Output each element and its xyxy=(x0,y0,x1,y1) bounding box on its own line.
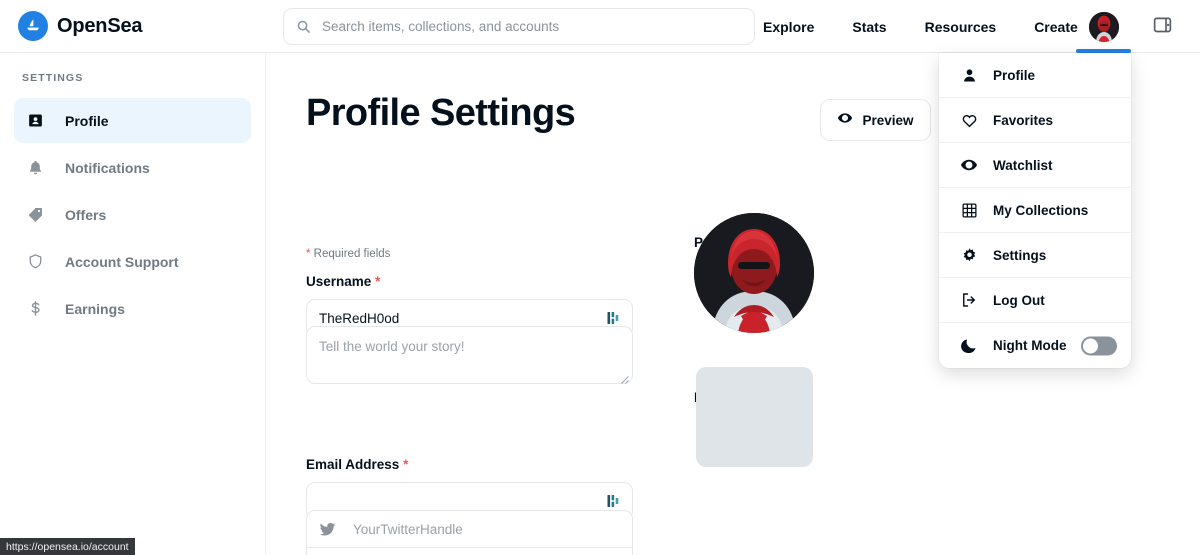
username-required-star: * xyxy=(375,274,381,289)
textarea-resize-grip[interactable] xyxy=(620,371,629,384)
eye-icon xyxy=(959,156,979,174)
nav-item-create[interactable]: Create xyxy=(1034,19,1078,35)
sidebar-label-notifications: Notifications xyxy=(65,159,150,176)
bell-icon xyxy=(27,159,49,176)
logout-icon xyxy=(959,291,979,309)
night-mode-toggle-knob xyxy=(1083,338,1098,353)
password-manager-icon[interactable] xyxy=(607,311,620,325)
link-input-secondary[interactable] xyxy=(306,548,633,555)
grid-icon xyxy=(959,202,979,219)
settings-sidebar: SETTINGS Profile Notifications Offers Ac… xyxy=(0,53,266,555)
username-value: TheRedH0od xyxy=(319,310,400,326)
account-dropdown-menu: Profile Favorites Watchlist My Collectio… xyxy=(939,53,1131,368)
page-title: Profile Settings xyxy=(306,92,576,134)
dropdown-item-settings[interactable]: Settings xyxy=(939,233,1131,278)
wallet-button[interactable] xyxy=(1140,0,1185,53)
search-input[interactable]: Search items, collections, and accounts xyxy=(283,8,755,45)
account-menu-button[interactable] xyxy=(1075,0,1132,53)
dropdown-item-my-collections[interactable]: My Collections xyxy=(939,188,1131,233)
search-icon xyxy=(296,19,311,34)
sidebar-list: Profile Notifications Offers Account Sup… xyxy=(0,98,265,331)
dropdown-item-watchlist[interactable]: Watchlist xyxy=(939,143,1131,188)
moon-icon xyxy=(959,337,979,354)
tag-icon xyxy=(27,206,49,223)
sidebar-label-offers: Offers xyxy=(65,206,107,223)
preview-button-label: Preview xyxy=(862,112,914,128)
heart-icon xyxy=(959,112,979,129)
dropdown-item-night-mode[interactable]: Night Mode xyxy=(939,323,1131,368)
dropdown-label-log-out: Log Out xyxy=(993,292,1045,308)
dropdown-label-settings: Settings xyxy=(993,247,1047,263)
user-icon xyxy=(959,67,979,84)
dropdown-label-my-collections: My Collections xyxy=(993,202,1089,218)
link-status-bar: https://opensea.io/account xyxy=(0,538,135,555)
sidebar-label-earnings: Earnings xyxy=(65,300,125,317)
sidebar-title: SETTINGS xyxy=(22,72,84,84)
brand-logo-link[interactable]: OpenSea xyxy=(18,11,143,41)
username-label: Username * xyxy=(306,274,380,289)
preview-button[interactable]: Preview xyxy=(820,99,931,141)
eye-icon xyxy=(837,110,853,131)
user-card-icon xyxy=(27,112,49,129)
dropdown-label-watchlist: Watchlist xyxy=(993,157,1053,173)
user-avatar xyxy=(1088,11,1119,42)
nav-item-stats[interactable]: Stats xyxy=(852,19,886,35)
dropdown-label-night-mode: Night Mode xyxy=(993,338,1067,353)
sidebar-item-profile[interactable]: Profile xyxy=(14,98,251,143)
profile-banner-upload[interactable] xyxy=(696,367,813,467)
brand-name: OpenSea xyxy=(57,14,143,37)
dropdown-label-favorites: Favorites xyxy=(993,112,1054,128)
dropdown-label-profile: Profile xyxy=(993,67,1036,83)
email-label-text: Email Address xyxy=(306,457,400,472)
main-nav: Explore Stats Resources Create xyxy=(763,0,1078,53)
bio-placeholder: Tell the world your story! xyxy=(319,339,465,354)
username-label-text: Username xyxy=(306,274,372,289)
shield-icon xyxy=(27,253,49,270)
wallet-icon xyxy=(1152,14,1173,40)
required-note-text: Required fields xyxy=(310,248,391,260)
dollar-icon xyxy=(27,300,49,317)
nav-item-explore[interactable]: Explore xyxy=(763,19,814,35)
profile-image-upload[interactable] xyxy=(694,213,814,333)
twitter-icon xyxy=(319,521,338,538)
sidebar-label-profile: Profile xyxy=(65,112,109,129)
sailboat-icon xyxy=(18,11,48,41)
sidebar-item-account-support[interactable]: Account Support xyxy=(14,239,251,284)
night-mode-toggle[interactable] xyxy=(1081,336,1117,355)
gear-icon xyxy=(959,247,979,264)
email-label: Email Address * xyxy=(306,457,408,472)
sidebar-item-earnings[interactable]: Earnings xyxy=(14,286,251,331)
dropdown-item-favorites[interactable]: Favorites xyxy=(939,98,1131,143)
email-required-star: * xyxy=(403,457,409,472)
twitter-input[interactable]: YourTwitterHandle xyxy=(306,510,633,548)
nav-item-resources[interactable]: Resources xyxy=(925,19,997,35)
search-placeholder: Search items, collections, and accounts xyxy=(322,19,560,34)
bio-textarea[interactable]: Tell the world your story! xyxy=(306,326,633,384)
twitter-placeholder: YourTwitterHandle xyxy=(353,521,463,537)
sidebar-item-notifications[interactable]: Notifications xyxy=(14,145,251,190)
top-header: OpenSea Search items, collections, and a… xyxy=(0,0,1200,53)
dropdown-item-profile[interactable]: Profile xyxy=(939,53,1131,98)
password-manager-icon[interactable] xyxy=(607,494,620,508)
dropdown-item-log-out[interactable]: Log Out xyxy=(939,278,1131,323)
sidebar-label-account-support: Account Support xyxy=(65,253,179,270)
required-fields-note: * Required fields xyxy=(306,248,390,260)
sidebar-item-offers[interactable]: Offers xyxy=(14,192,251,237)
